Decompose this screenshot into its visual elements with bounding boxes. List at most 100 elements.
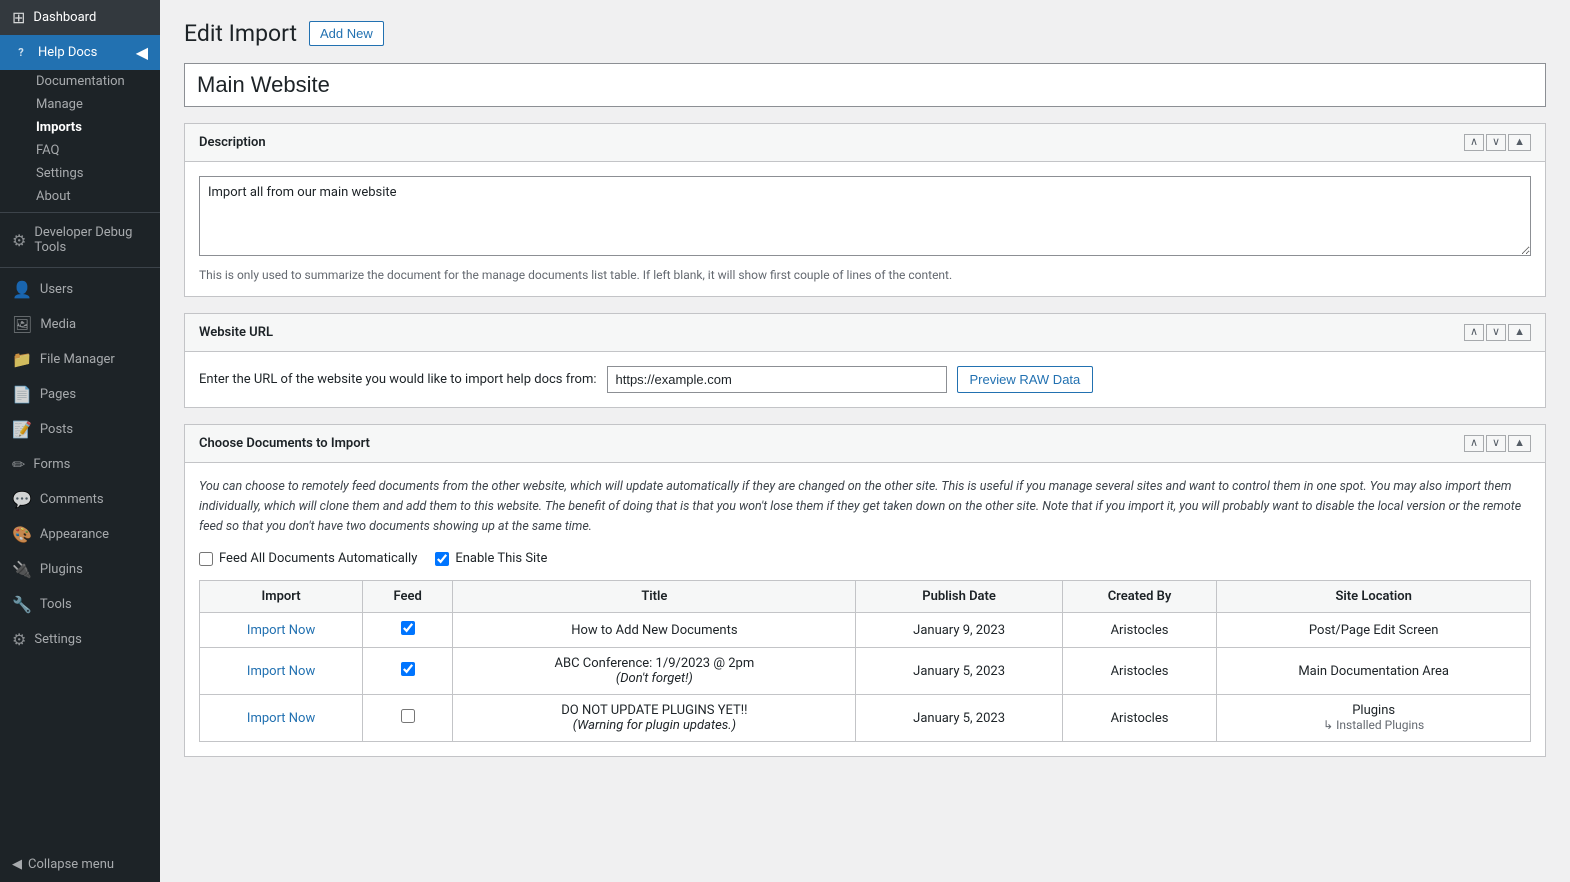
sidebar-item-dashboard[interactable]: ⊞ Dashboard <box>0 0 160 35</box>
website-url-panel-controls: ∧ ∨ ▲ <box>1464 324 1531 341</box>
choose-docs-panel-body: You can choose to remotely feed document… <box>185 463 1545 756</box>
website-url-panel-title: Website URL <box>199 325 273 340</box>
description-collapse-down-btn[interactable]: ∨ <box>1486 134 1506 151</box>
website-url-panel-header: Website URL ∧ ∨ ▲ <box>185 314 1545 352</box>
feed-checkbox[interactable] <box>401 621 415 635</box>
url-collapse-up-btn[interactable]: ∧ <box>1464 324 1484 341</box>
collapse-icon: ◀ <box>12 857 22 872</box>
pages-icon: 📄 <box>12 385 32 404</box>
add-new-button[interactable]: Add New <box>309 21 384 46</box>
description-hint: This is only used to summarize the docum… <box>199 268 1531 282</box>
title-cell: How to Add New Documents <box>453 613 856 648</box>
website-url-panel-body: Enter the URL of the website you would l… <box>185 352 1545 407</box>
title-cell: ABC Conference: 1/9/2023 @ 2pm(Don't for… <box>453 648 856 695</box>
sidebar-item-label: Dashboard <box>33 10 96 25</box>
description-textarea[interactable] <box>199 176 1531 256</box>
sidebar-item-file-manager[interactable]: 📁 File Manager <box>0 342 160 377</box>
posts-icon: 📝 <box>12 420 32 439</box>
media-icon: 🖼 <box>12 315 32 334</box>
sidebar-item-posts[interactable]: 📝 Posts <box>0 412 160 447</box>
feed-checkbox[interactable] <box>401 662 415 676</box>
url-collapse-btn[interactable]: ▲ <box>1508 324 1531 341</box>
col-publish-date: Publish Date <box>856 581 1062 613</box>
debug-icon: ⚙ <box>12 231 26 250</box>
forms-icon: ✏ <box>12 455 25 474</box>
file-manager-icon: 📁 <box>12 350 32 369</box>
publish-date-cell: January 5, 2023 <box>856 695 1062 742</box>
url-row: Enter the URL of the website you would l… <box>199 366 1531 393</box>
page-title: Edit Import <box>184 20 297 47</box>
publish-date-cell: January 9, 2023 <box>856 613 1062 648</box>
col-site-location: Site Location <box>1217 581 1531 613</box>
description-collapse-btn[interactable]: ▲ <box>1508 134 1531 151</box>
sidebar-item-media[interactable]: 🖼 Media <box>0 307 160 342</box>
sidebar-item-tools[interactable]: 🔧 Tools <box>0 587 160 622</box>
url-label: Enter the URL of the website you would l… <box>199 372 597 387</box>
sidebar-item-label: Help Docs <box>38 45 97 60</box>
sidebar-item-settings-helpdocs[interactable]: Settings <box>0 162 160 185</box>
sidebar-item-about[interactable]: About <box>0 185 160 208</box>
sidebar-item-faq[interactable]: FAQ <box>0 139 160 162</box>
import-table: Import Feed Title Publish Date Created B… <box>199 580 1531 742</box>
sidebar-item-help-docs[interactable]: ? Help Docs ◀ <box>0 35 160 70</box>
preview-raw-data-button[interactable]: Preview RAW Data <box>957 366 1094 393</box>
main-content: Edit Import Add New Description ∧ ∨ ▲ Th… <box>160 0 1570 882</box>
comments-icon: 💬 <box>12 490 32 509</box>
feed-checkbox[interactable] <box>401 709 415 723</box>
sidebar-item-documentation[interactable]: Documentation <box>0 70 160 93</box>
sidebar-item-forms[interactable]: ✏ Forms <box>0 447 160 482</box>
import-now-link[interactable]: Import Now <box>247 711 315 726</box>
settings-icon: ⚙ <box>12 630 26 649</box>
sidebar-item-plugins[interactable]: 🔌 Plugins <box>0 552 160 587</box>
choose-docs-description: You can choose to remotely feed document… <box>199 477 1531 537</box>
chevron-icon: ◀ <box>136 43 148 62</box>
tools-icon: 🔧 <box>12 595 32 614</box>
col-title: Title <box>453 581 856 613</box>
created-by-cell: Aristocles <box>1062 695 1217 742</box>
sidebar-item-imports[interactable]: Imports <box>0 116 160 139</box>
page-header: Edit Import Add New <box>184 20 1546 47</box>
sidebar-item-developer-debug-tools[interactable]: ⚙ Developer Debug Tools <box>0 217 160 263</box>
description-panel-title: Description <box>199 135 266 150</box>
description-collapse-up-btn[interactable]: ∧ <box>1464 134 1484 151</box>
site-location-cell: Plugins↳ Installed Plugins <box>1217 695 1531 742</box>
table-row: Import Now ABC Conference: 1/9/2023 @ 2pm… <box>200 648 1531 695</box>
url-collapse-down-btn[interactable]: ∨ <box>1486 324 1506 341</box>
description-panel-controls: ∧ ∨ ▲ <box>1464 134 1531 151</box>
title-cell: DO NOT UPDATE PLUGINS YET!!(Warning for … <box>453 695 856 742</box>
col-import: Import <box>200 581 363 613</box>
sidebar-item-settings[interactable]: ⚙ Settings <box>0 622 160 657</box>
table-row: Import Now How to Add New DocumentsJanuar… <box>200 613 1531 648</box>
url-input[interactable] <box>607 366 947 393</box>
choose-docs-collapse-btn[interactable]: ▲ <box>1508 435 1531 452</box>
choose-docs-collapse-down-btn[interactable]: ∨ <box>1486 435 1506 452</box>
sidebar-item-users[interactable]: 👤 Users <box>0 272 160 307</box>
import-now-link[interactable]: Import Now <box>247 664 315 679</box>
table-row: Import Now DO NOT UPDATE PLUGINS YET!!(Wa… <box>200 695 1531 742</box>
feed-all-label[interactable]: Feed All Documents Automatically <box>199 551 417 566</box>
description-panel-body: This is only used to summarize the docum… <box>185 162 1545 296</box>
col-created-by: Created By <box>1062 581 1217 613</box>
created-by-cell: Aristocles <box>1062 613 1217 648</box>
created-by-cell: Aristocles <box>1062 648 1217 695</box>
plugins-icon: 🔌 <box>12 560 32 579</box>
collapse-menu[interactable]: ◀ Collapse menu <box>0 847 160 882</box>
enable-site-label[interactable]: Enable This Site <box>435 551 547 566</box>
sidebar-item-comments[interactable]: 💬 Comments <box>0 482 160 517</box>
choose-docs-panel-controls: ∧ ∨ ▲ <box>1464 435 1531 452</box>
website-url-panel: Website URL ∧ ∨ ▲ Enter the URL of the w… <box>184 313 1546 408</box>
sidebar-item-manage[interactable]: Manage <box>0 93 160 116</box>
import-now-link[interactable]: Import Now <box>247 623 315 638</box>
description-panel: Description ∧ ∨ ▲ This is only used to s… <box>184 123 1546 297</box>
users-icon: 👤 <box>12 280 32 299</box>
enable-site-checkbox[interactable] <box>435 552 449 566</box>
sidebar-item-appearance[interactable]: 🎨 Appearance <box>0 517 160 552</box>
choose-docs-panel: Choose Documents to Import ∧ ∨ ▲ You can… <box>184 424 1546 757</box>
feed-all-checkbox[interactable] <box>199 552 213 566</box>
choose-docs-collapse-up-btn[interactable]: ∧ <box>1464 435 1484 452</box>
sidebar-item-pages[interactable]: 📄 Pages <box>0 377 160 412</box>
checkbox-row: Feed All Documents Automatically Enable … <box>199 551 1531 566</box>
col-feed: Feed <box>363 581 453 613</box>
site-location-cell: Post/Page Edit Screen <box>1217 613 1531 648</box>
import-title-input[interactable] <box>184 63 1546 107</box>
